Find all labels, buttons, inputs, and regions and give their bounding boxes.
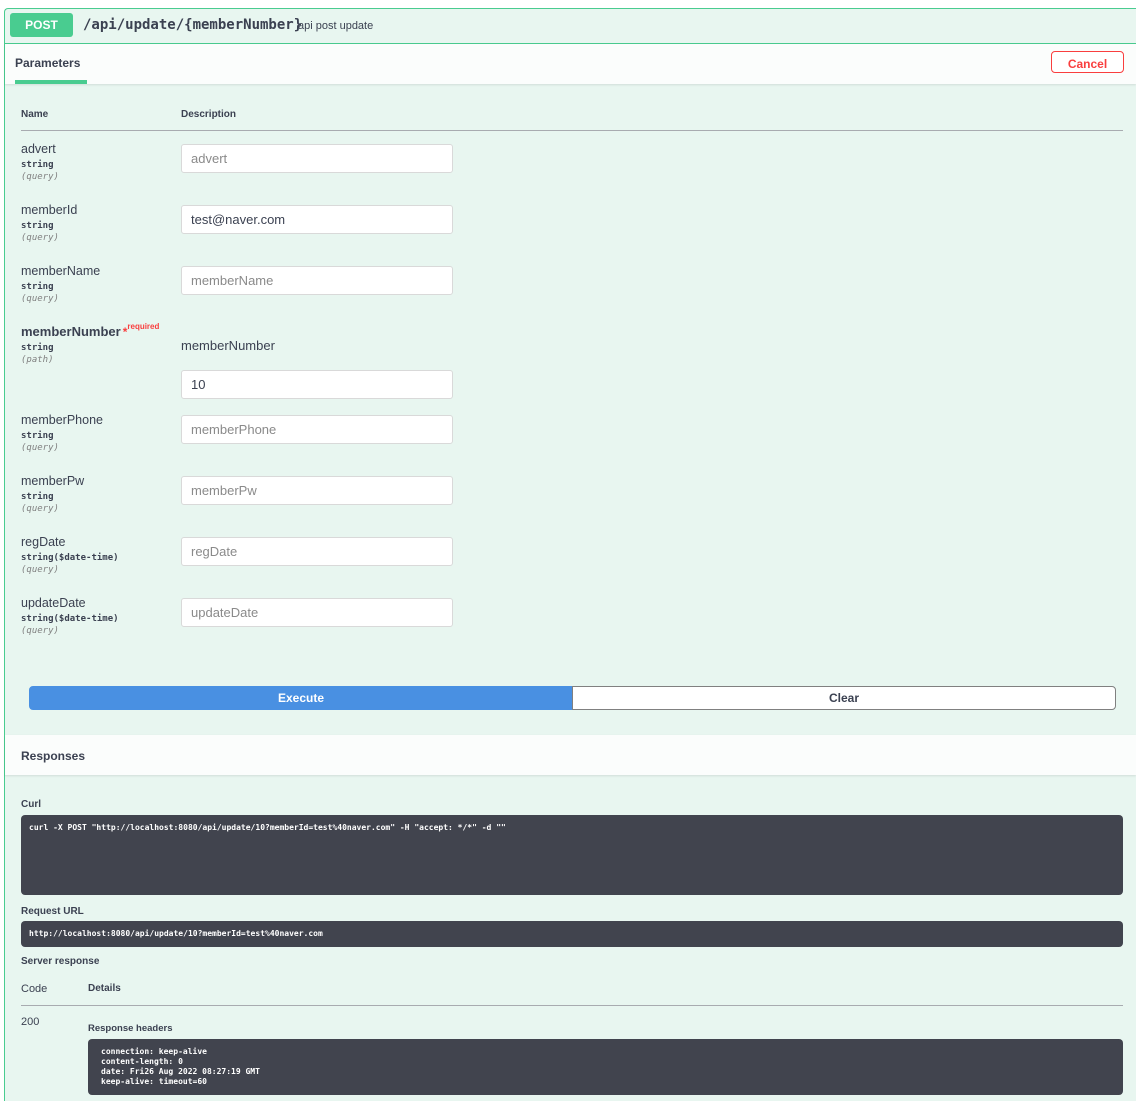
param-location: (query) <box>21 626 59 636</box>
param-location: (query) <box>21 172 59 182</box>
response-headers[interactable]: connection: keep-alive content-length: 0… <box>88 1039 1123 1095</box>
required-label: required <box>127 322 160 331</box>
response-divider <box>21 1005 1123 1006</box>
parameters-header: Parameters Cancel <box>5 44 1136 84</box>
param-type: string <box>21 431 54 441</box>
param-type: string <box>21 492 54 502</box>
param-name: memberPhone <box>21 413 103 427</box>
column-header-description: Description <box>181 109 237 120</box>
column-header-name: Name <box>21 109 49 120</box>
param-name: regDate <box>21 535 66 549</box>
param-name: memberId <box>21 203 78 217</box>
param-name: advert <box>21 142 56 156</box>
clear-button[interactable]: Clear <box>572 686 1116 710</box>
param-type: string <box>21 160 54 170</box>
param-advert: advert string (query) <box>21 142 59 182</box>
updateDate-input[interactable] <box>181 598 453 627</box>
param-location: (query) <box>21 233 59 243</box>
operation-block: POST /api/update/{memberNumber} api post… <box>4 8 1136 1101</box>
responses-header: Responses <box>5 735 1136 775</box>
memberPhone-input[interactable] <box>181 415 453 444</box>
param-name: memberPw <box>21 474 85 488</box>
tab-active-indicator <box>15 80 87 84</box>
method-badge: POST <box>10 13 73 37</box>
memberNumber-input[interactable] <box>181 370 453 399</box>
responses-title: Responses <box>21 749 86 763</box>
request-url[interactable]: http://localhost:8080/api/update/10?memb… <box>21 921 1123 947</box>
operation-summary[interactable]: POST /api/update/{memberNumber} api post… <box>5 9 1136 44</box>
regDate-input[interactable] <box>181 537 453 566</box>
server-response-label: Server response <box>21 956 100 967</box>
memberPw-input[interactable] <box>181 476 453 505</box>
param-location: (path) <box>21 355 54 365</box>
param-memberName: memberName string (query) <box>21 264 100 304</box>
param-location: (query) <box>21 294 59 304</box>
operation-path: /api/update/{memberNumber} <box>83 17 303 33</box>
cancel-button[interactable]: Cancel <box>1051 51 1124 73</box>
advert-input[interactable] <box>181 144 453 173</box>
param-type: string <box>21 343 54 353</box>
details-column-header: Details <box>88 983 121 994</box>
param-memberId: memberId string (query) <box>21 203 77 243</box>
param-memberPw: memberPw string (query) <box>21 474 84 514</box>
param-memberNumber: memberNumber *required string (path) <box>21 322 160 365</box>
execute-button[interactable]: Execute <box>29 686 573 710</box>
param-updateDate: updateDate string($date-time) (query) <box>21 596 119 636</box>
operation-summary-text: api post update <box>298 20 374 32</box>
execute-wrapper: Execute Clear <box>29 686 1116 710</box>
header-divider <box>21 130 1123 131</box>
param-type: string($date-time) <box>21 614 119 624</box>
param-location: (query) <box>21 565 59 575</box>
code-column-header: Code <box>21 983 48 995</box>
param-type: string <box>21 282 54 292</box>
param-name: memberName <box>21 264 101 278</box>
tab-parameters[interactable]: Parameters <box>15 56 80 70</box>
param-type: string($date-time) <box>21 553 119 563</box>
param-name-row: memberNumber *required <box>21 322 160 339</box>
param-memberPhone: memberPhone string (query) <box>21 413 103 453</box>
param-location: (query) <box>21 504 59 514</box>
param-type: string <box>21 221 54 231</box>
param-name: memberNumber <box>21 324 121 339</box>
memberId-input[interactable] <box>181 205 453 234</box>
curl-label: Curl <box>21 799 41 810</box>
response-code: 200 <box>21 1016 40 1028</box>
param-name: updateDate <box>21 596 86 610</box>
request-url-label: Request URL <box>21 906 84 917</box>
param-regDate: regDate string($date-time) (query) <box>21 535 119 575</box>
param-location: (query) <box>21 443 59 453</box>
memberName-input[interactable] <box>181 266 453 295</box>
response-headers-label: Response headers <box>88 1023 173 1034</box>
curl-command[interactable]: curl -X POST "http://localhost:8080/api/… <box>21 815 1123 895</box>
param-description: memberNumber <box>181 338 275 353</box>
